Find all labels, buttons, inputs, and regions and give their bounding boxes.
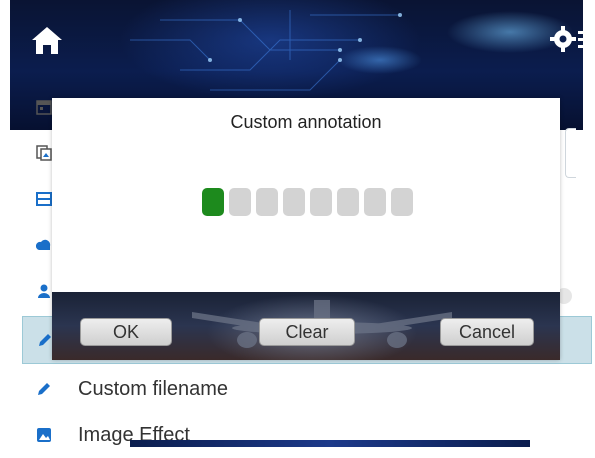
cloud-icon: [36, 239, 51, 250]
user-icon: [38, 284, 50, 298]
annotation-slot[interactable]: [391, 188, 413, 216]
annotation-slot[interactable]: [364, 188, 386, 216]
list-item-custom-filename[interactable]: Custom filename: [22, 366, 590, 412]
annotation-slots: [202, 188, 413, 216]
list-item-image-effect[interactable]: Image Effect: [22, 412, 590, 458]
custom-annotation-dialog: Custom annotation OK Clear Cancel: [52, 98, 560, 360]
pencil-icon: [39, 334, 51, 346]
image-copy-icon: [36, 145, 52, 161]
settings-icon[interactable]: [549, 22, 583, 56]
image-effect-icon: [37, 428, 51, 442]
pencil-icon: [38, 383, 50, 395]
calendar-icon: [36, 100, 52, 115]
value-field[interactable]: [565, 128, 576, 178]
annotation-slot-active[interactable]: [202, 188, 224, 216]
annotation-slot[interactable]: [310, 188, 332, 216]
annotation-slot[interactable]: [229, 188, 251, 216]
annotation-slot[interactable]: [256, 188, 278, 216]
list-item-label: Custom filename: [78, 377, 229, 400]
annotation-slot[interactable]: [283, 188, 305, 216]
clear-button[interactable]: Clear: [259, 318, 355, 346]
cancel-button[interactable]: Cancel: [440, 318, 534, 346]
annotation-slot[interactable]: [337, 188, 359, 216]
dialog-footer: OK Clear Cancel: [52, 292, 560, 360]
ok-button[interactable]: OK: [80, 318, 172, 346]
dialog-title: Custom annotation: [230, 112, 382, 132]
layout-icon: [36, 192, 52, 206]
home-icon[interactable]: [30, 24, 64, 56]
bottom-banner-strip: [130, 440, 530, 447]
